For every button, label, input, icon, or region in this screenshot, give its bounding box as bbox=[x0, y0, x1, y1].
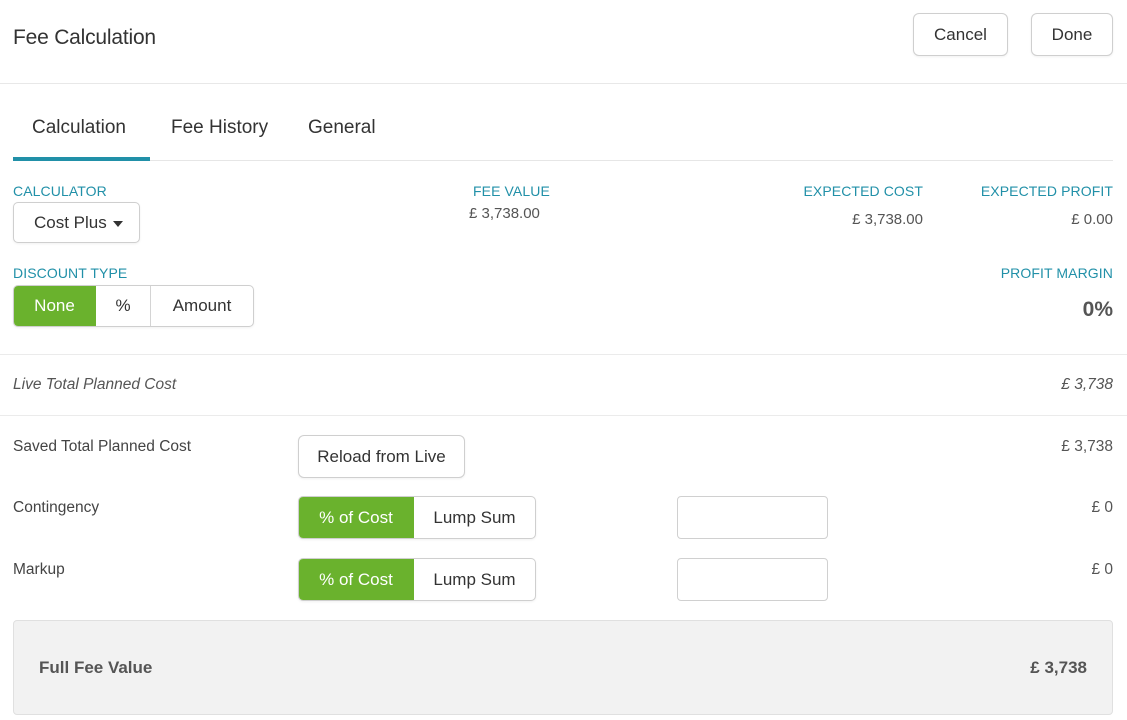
expected-profit-label: EXPECTED PROFIT bbox=[980, 183, 1113, 199]
tab-bar: Calculation Fee History General bbox=[13, 100, 1113, 161]
calculator-value: Cost Plus bbox=[34, 212, 107, 232]
contingency-type-selector: % of Cost Lump Sum bbox=[298, 496, 536, 539]
contingency-lump-sum-option[interactable]: Lump Sum bbox=[414, 497, 535, 538]
full-fee-summary: Full Fee Value £ 3,738 bbox=[13, 620, 1113, 715]
markup-value: £ 0 bbox=[1091, 561, 1113, 578]
profit-margin-label: PROFIT MARGIN bbox=[1000, 265, 1113, 281]
contingency-input[interactable] bbox=[677, 496, 828, 539]
full-fee-label: Full Fee Value bbox=[39, 658, 153, 677]
cancel-button[interactable]: Cancel bbox=[913, 13, 1008, 56]
saved-total-label: Saved Total Planned Cost bbox=[13, 438, 192, 455]
markup-type-selector: % of Cost Lump Sum bbox=[298, 558, 536, 601]
expected-cost-label: EXPECTED COST bbox=[803, 183, 923, 199]
page-title: Fee Calculation bbox=[13, 26, 156, 49]
fee-value: £ 3,738.00 bbox=[469, 205, 540, 222]
caret-down-icon bbox=[112, 220, 123, 227]
contingency-value: £ 0 bbox=[1091, 499, 1113, 516]
markup-lump-sum-option[interactable]: Lump Sum bbox=[414, 559, 535, 600]
live-total-label: Live Total Planned Cost bbox=[13, 376, 177, 393]
tab-calculation[interactable]: Calculation bbox=[13, 117, 150, 161]
markup-percent-option[interactable]: % of Cost bbox=[299, 559, 414, 600]
header: Fee Calculation Cancel Done bbox=[0, 0, 1127, 84]
expected-cost-value: £ 3,738.00 bbox=[852, 211, 923, 228]
calculator-label: CALCULATOR bbox=[13, 183, 107, 199]
full-fee-value: £ 3,738 bbox=[1030, 658, 1087, 677]
live-total-value: £ 3,738 bbox=[1061, 376, 1113, 393]
discount-none-option[interactable]: None bbox=[14, 286, 96, 326]
markup-input[interactable] bbox=[677, 558, 828, 601]
expected-profit-value: £ 0.00 bbox=[1071, 211, 1113, 228]
contingency-label: Contingency bbox=[13, 499, 100, 516]
calculator-dropdown[interactable]: Cost Plus bbox=[13, 202, 140, 243]
fee-value-label: FEE VALUE bbox=[473, 183, 550, 199]
divider bbox=[0, 415, 1127, 416]
tab-fee-history[interactable]: Fee History bbox=[171, 117, 268, 161]
discount-type-label: DISCOUNT TYPE bbox=[13, 265, 128, 281]
discount-percent-option[interactable]: % bbox=[96, 286, 151, 326]
divider bbox=[0, 354, 1127, 355]
tab-general[interactable]: General bbox=[308, 117, 376, 161]
discount-amount-option[interactable]: Amount bbox=[151, 286, 253, 326]
done-button[interactable]: Done bbox=[1031, 13, 1113, 56]
discount-type-selector: None % Amount bbox=[13, 285, 254, 327]
reload-from-live-button[interactable]: Reload from Live bbox=[298, 435, 465, 478]
markup-label: Markup bbox=[13, 561, 65, 578]
contingency-percent-option[interactable]: % of Cost bbox=[299, 497, 414, 538]
saved-total-value: £ 3,738 bbox=[1061, 438, 1113, 455]
profit-margin-value: 0% bbox=[1082, 298, 1113, 321]
